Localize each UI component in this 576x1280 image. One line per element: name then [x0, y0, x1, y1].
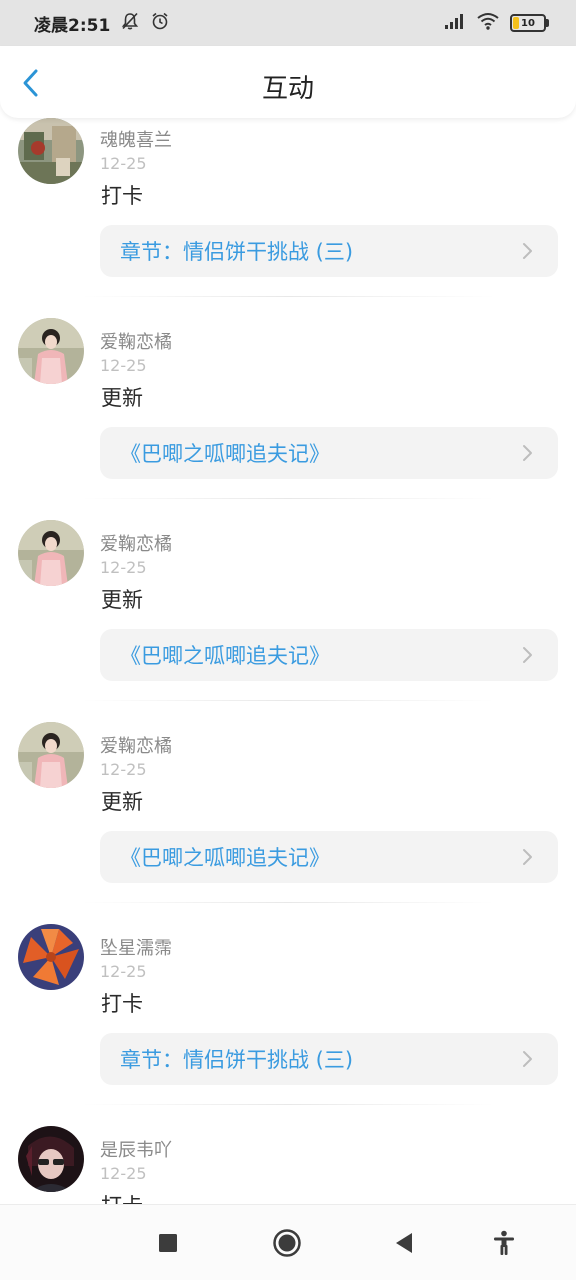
post-date: 12-25: [100, 154, 147, 173]
post-date: 12-25: [100, 962, 147, 981]
divider: [80, 1104, 496, 1105]
feed-item[interactable]: 坠星濡霈 12-25 打卡 章节：情侣饼干挑战 (三): [0, 904, 576, 1106]
action-text: 更新: [101, 588, 143, 612]
action-text: 打卡: [101, 184, 143, 208]
avatar-photo-icon: [18, 520, 84, 586]
link-card[interactable]: 章节：情侣饼干挑战 (三): [100, 1033, 558, 1085]
status-time: 凌晨2:51: [34, 15, 111, 36]
user-name[interactable]: 爱鞠恋橘: [100, 328, 172, 354]
link-card-label: 章节：情侣饼干挑战 (三): [120, 1048, 354, 1072]
accessibility-button[interactable]: [488, 1227, 520, 1259]
avatar-photo-icon: [18, 118, 84, 184]
chevron-right-icon: [523, 849, 532, 865]
post-date: 12-25: [100, 760, 147, 779]
feed-item[interactable]: 爱鞠恋橘 12-25 更新 《巴唧之呱唧追夫记》: [0, 702, 576, 904]
status-bar: 凌晨2:51 10: [0, 0, 576, 46]
avatar[interactable]: [18, 1126, 84, 1192]
home-circle-icon: [273, 1229, 301, 1257]
avatar-photo-icon: [18, 1126, 84, 1192]
battery-level: 10: [521, 17, 535, 29]
status-right: 10: [444, 11, 549, 35]
user-name[interactable]: 爱鞠恋橘: [100, 732, 172, 758]
user-name[interactable]: 坠星濡霈: [100, 934, 172, 960]
link-card[interactable]: 《巴唧之呱唧追夫记》: [100, 629, 558, 681]
recents-button[interactable]: [152, 1227, 184, 1259]
post-date: 12-25: [100, 1164, 147, 1183]
avatar-photo-icon: [18, 722, 84, 788]
link-card[interactable]: 《巴唧之呱唧追夫记》: [100, 427, 558, 479]
chevron-right-icon: [523, 647, 532, 663]
action-text: 打卡: [101, 1190, 143, 1204]
page-title: 互动: [261, 74, 314, 104]
avatar-photo-icon: [18, 318, 84, 384]
post-date: 12-25: [100, 558, 147, 577]
link-card-label: 《巴唧之呱唧追夫记》: [120, 442, 330, 466]
bell-muted-icon: [120, 11, 140, 35]
feed-item[interactable]: 是辰韦吖 12-25 打卡: [0, 1106, 576, 1204]
avatar[interactable]: [18, 118, 84, 184]
user-name[interactable]: 是辰韦吖: [100, 1136, 172, 1162]
wifi-icon: [476, 11, 500, 35]
chevron-right-icon: [523, 243, 532, 259]
user-name[interactable]: 爱鞠恋橘: [100, 530, 172, 556]
avatar[interactable]: [18, 924, 84, 990]
recents-square-icon: [159, 1234, 177, 1252]
link-card[interactable]: 《巴唧之呱唧追夫记》: [100, 831, 558, 883]
divider: [80, 700, 496, 701]
accessibility-icon: [494, 1230, 514, 1255]
feed-item[interactable]: 爱鞠恋橘 12-25 更新 《巴唧之呱唧追夫记》: [0, 298, 576, 500]
action-text: 更新: [101, 386, 143, 410]
interaction-feed[interactable]: 魂魄喜兰 12-25 打卡 章节：情侣饼干挑战 (三) 爱鞠恋橘 12-25 更…: [0, 118, 576, 1204]
back-triangle-icon: [396, 1233, 412, 1253]
link-card-label: 《巴唧之呱唧追夫记》: [120, 644, 330, 668]
link-card-label: 章节：情侣饼干挑战 (三): [120, 240, 354, 264]
action-text: 打卡: [101, 992, 143, 1016]
alarm-icon: [150, 11, 170, 35]
feed-item[interactable]: 魂魄喜兰 12-25 打卡 章节：情侣饼干挑战 (三): [0, 118, 576, 298]
user-name[interactable]: 魂魄喜兰: [100, 126, 172, 152]
signal-icon: [444, 12, 466, 34]
post-date: 12-25: [100, 356, 147, 375]
chevron-right-icon: [523, 445, 532, 461]
back-nav-button[interactable]: [388, 1227, 420, 1259]
battery-icon: 10: [510, 14, 549, 32]
link-card[interactable]: 章节：情侣饼干挑战 (三): [100, 225, 558, 277]
avatar[interactable]: [18, 318, 84, 384]
divider: [80, 296, 496, 297]
status-left: 凌晨2:51: [34, 11, 170, 36]
divider: [80, 902, 496, 903]
avatar[interactable]: [18, 722, 84, 788]
feed-item[interactable]: 爱鞠恋橘 12-25 更新 《巴唧之呱唧追夫记》: [0, 500, 576, 702]
chevron-right-icon: [523, 1051, 532, 1067]
avatar-photo-icon: [18, 924, 84, 990]
avatar[interactable]: [18, 520, 84, 586]
divider: [80, 498, 496, 499]
navigation-bar: [0, 1204, 576, 1280]
link-card-label: 《巴唧之呱唧追夫记》: [120, 846, 330, 870]
action-text: 更新: [101, 790, 143, 814]
app-header: 互动: [0, 46, 576, 118]
home-button[interactable]: [271, 1227, 303, 1259]
